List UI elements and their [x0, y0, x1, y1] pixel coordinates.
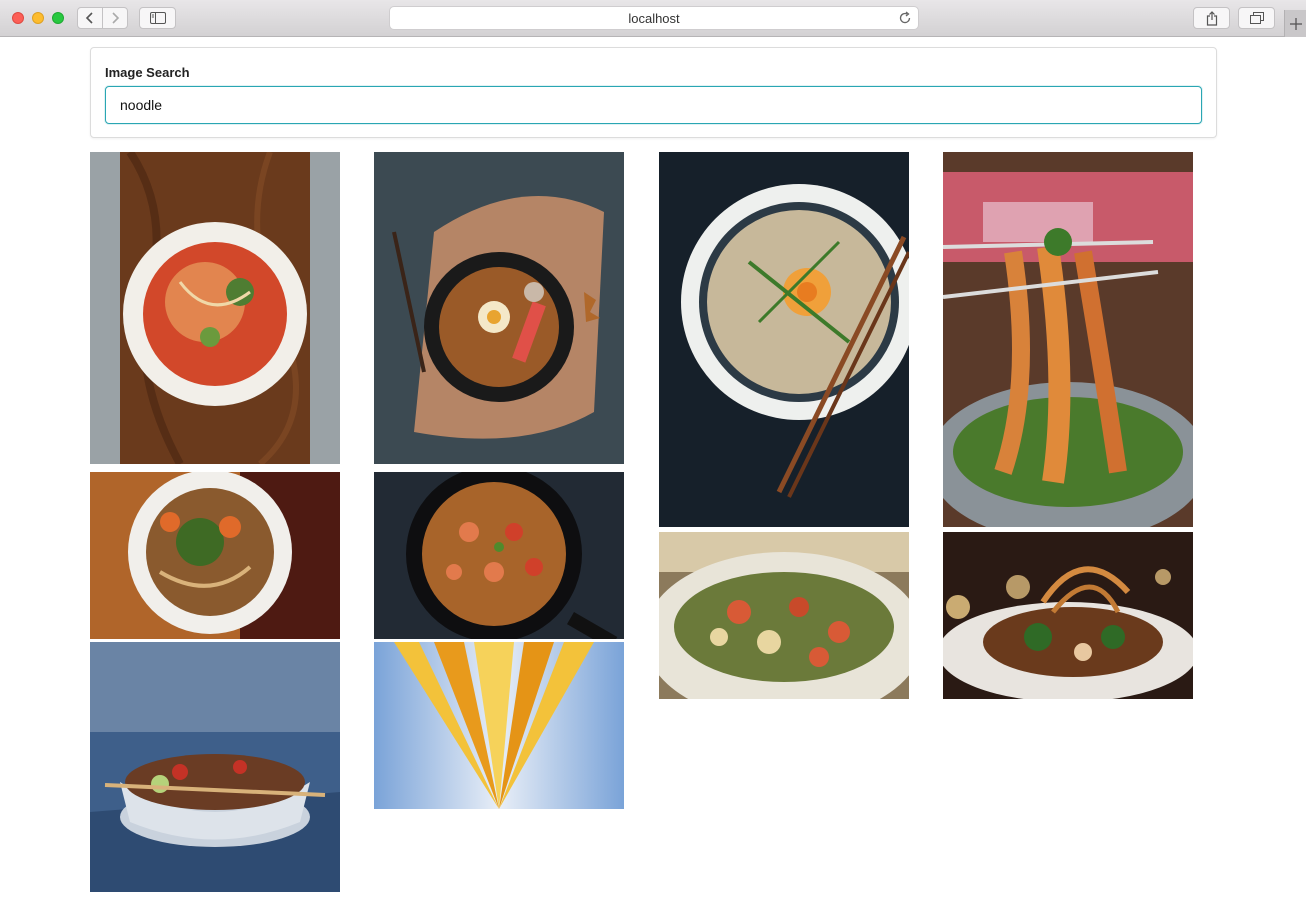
close-window-button[interactable] — [12, 12, 24, 24]
url-text: localhost — [628, 10, 680, 26]
back-button[interactable] — [77, 7, 103, 29]
address-bar[interactable]: localhost — [389, 6, 919, 30]
sidebar-button[interactable] — [139, 7, 176, 29]
forward-button[interactable] — [102, 7, 128, 29]
share-button[interactable] — [1193, 7, 1230, 29]
tabs-overview-icon — [1249, 12, 1264, 24]
plus-icon — [1289, 17, 1302, 30]
search-label: Image Search — [105, 65, 190, 80]
image-result-noodle-soup-basil[interactable] — [90, 472, 340, 639]
image-result-tortellini-bowl[interactable] — [659, 532, 909, 699]
chevron-left-icon — [85, 12, 93, 24]
chevron-right-icon — [112, 12, 120, 24]
image-result-noodle-bowl-dark-board[interactable] — [374, 152, 624, 464]
image-result-noodle-bowl-blue-table[interactable] — [90, 642, 340, 892]
search-input[interactable] — [105, 86, 1202, 124]
image-result-crispy-noodle-plate[interactable] — [943, 532, 1193, 699]
browser-toolbar: localhost — [0, 0, 1306, 37]
sidebar-icon — [149, 12, 166, 24]
image-result-noodle-soup-wood-board[interactable] — [90, 152, 340, 464]
reload-icon[interactable] — [898, 11, 912, 25]
search-panel: Image Search — [90, 47, 1217, 138]
image-result-ramen-egg-chopsticks[interactable] — [659, 152, 909, 527]
image-result-raw-spaghetti-strands[interactable] — [374, 642, 624, 809]
image-result-noodles-lifted-chopsticks[interactable] — [943, 152, 1193, 527]
minimize-window-button[interactable] — [32, 12, 44, 24]
image-result-shrimp-spaghetti-pan[interactable] — [374, 472, 624, 639]
share-icon — [1206, 10, 1217, 26]
new-tab-button[interactable] — [1284, 10, 1306, 37]
zoom-window-button[interactable] — [52, 12, 64, 24]
tabs-overview-button[interactable] — [1238, 7, 1275, 29]
